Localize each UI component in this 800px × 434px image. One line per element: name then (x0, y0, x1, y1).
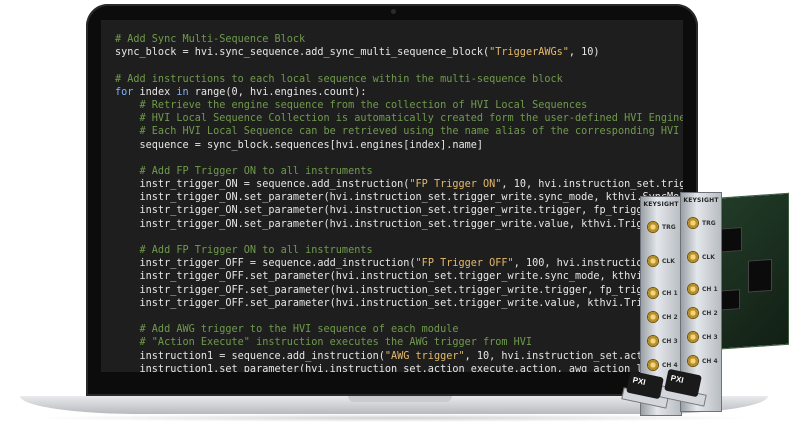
code-token: "AWG trigger" (384, 350, 465, 362)
code-line: # Add instructions to each local sequenc… (115, 73, 683, 86)
trg-connector-icon (687, 217, 699, 229)
clk-connector-icon (687, 251, 699, 263)
code-line: # Add FP Trigger ON to all instruments (115, 244, 683, 257)
code-line: instr_trigger_OFF = sequence.add_instruc… (115, 257, 683, 270)
port-label: CH 4 (702, 358, 718, 365)
code-line: instr_trigger_OFF.set_parameter(hvi.inst… (115, 297, 683, 310)
ch3-connector-icon (647, 335, 659, 347)
code-line: instr_trigger_OFF.set_parameter(hvi.inst… (115, 270, 683, 283)
ch3-connector-icon (687, 331, 699, 343)
code-token: "TriggerAWGs" (489, 47, 569, 59)
code-line: # Add FP Trigger ON to all instruments (115, 165, 683, 178)
code-token: instruction1 = sequence.add_instruction( (115, 350, 385, 362)
code-token: # HVI Local Sequence Collection is autom… (115, 113, 683, 125)
code-token: instr_trigger_OFF.set_parameter(hvi.inst… (115, 284, 683, 296)
code-line: instruction1 = sequence.add_instruction(… (115, 350, 683, 363)
code-token: # Each HVI Local Sequence can be retriev… (115, 126, 683, 138)
code-token: instr_trigger_OFF.set_parameter(hvi.inst… (115, 271, 683, 283)
code-token: instr_trigger_ON.set_parameter(hvi.instr… (115, 192, 683, 204)
port-label: CH 1 (662, 290, 678, 297)
code-token: instr_trigger_ON.set_parameter(hvi.instr… (115, 205, 683, 217)
code-line: # Add Sync Multi-Sequence Block (115, 33, 683, 46)
code-line: instr_trigger_ON.set_parameter(hvi.instr… (115, 218, 683, 231)
ch2-connector-icon (647, 311, 659, 323)
port-label: CLK (662, 258, 675, 265)
code-line: for index in range(0, hvi.engines.count)… (115, 86, 683, 99)
code-token: , 10) (568, 47, 600, 59)
code-editor[interactable]: # Add Sync Multi-Sequence Block sync_bloc… (101, 20, 683, 372)
port-label: TRG (702, 220, 716, 227)
code-token: instr_trigger_ON = sequence.add_instruct… (115, 179, 410, 191)
code-token: # Add AWG trigger to the HVI sequence of… (115, 324, 459, 336)
ch1-connector-icon (647, 287, 659, 299)
code-token: # Add instructions to each local sequenc… (115, 73, 563, 85)
code-token: # Retrieve the engine sequence from the … (115, 99, 588, 111)
trg-connector-icon (647, 221, 659, 233)
port-label: CLK (702, 254, 715, 261)
port-label: CH 4 (662, 362, 678, 369)
port-label: CH 2 (662, 314, 678, 321)
code-token: # Add FP Trigger ON to all instruments (115, 245, 373, 256)
webcam-icon (391, 9, 396, 14)
code-line: instruction1.set_parameter(hvi.instructi… (115, 363, 683, 372)
ch4-connector-icon (647, 359, 659, 371)
code-token: range(0, hvi.engines.count): (188, 86, 367, 98)
code-line: # "Action Execute" instruction executes … (115, 336, 683, 349)
code-line: sync_block = hvi.sync_sequence.add_sync_… (115, 46, 683, 59)
brand-label: KEYSIGHT (683, 197, 719, 204)
code-token: instr_trigger_OFF.set_parameter(hvi.inst… (115, 297, 683, 309)
port-label: CH 3 (662, 338, 678, 345)
code-token: index (133, 86, 177, 98)
code-token: # Add Sync Multi-Sequence Block (115, 34, 306, 45)
pxi-logo: PXI (669, 373, 685, 385)
code-line: # HVI Local Sequence Collection is autom… (115, 112, 683, 125)
code-token: sync_block = hvi.sync_sequence.add_sync_… (115, 47, 490, 59)
code-token: # "Action Execute" instruction executes … (115, 337, 533, 349)
ch1-connector-icon (687, 283, 699, 295)
code-token: instr_trigger_OFF = sequence.add_instruc… (115, 258, 416, 270)
code-line: instr_trigger_ON.set_parameter(hvi.instr… (115, 204, 683, 217)
code-token: "FP Trigger ON" (409, 179, 502, 191)
port-label: CH 2 (702, 310, 718, 317)
code-token: sequence = sync_block.sequences[hvi.engi… (115, 139, 484, 151)
code-token: in (176, 86, 189, 98)
port-label: TRG (662, 224, 676, 231)
clk-connector-icon (647, 255, 659, 267)
ch2-connector-icon (687, 307, 699, 319)
code-line: instr_trigger_ON = sequence.add_instruct… (115, 178, 683, 191)
code-token: # Add FP Trigger ON to all instruments (115, 165, 373, 177)
port-label: CH 1 (702, 286, 718, 293)
code-line: instr_trigger_ON.set_parameter(hvi.instr… (115, 191, 683, 204)
code-token: for (115, 86, 134, 98)
port-label: CH 3 (702, 334, 718, 341)
pxi-logo: PXI (631, 375, 647, 387)
code-line: instr_trigger_OFF.set_parameter(hvi.inst… (115, 284, 683, 297)
code-token: , 10, hvi.instruction_set.trigger_writ (501, 179, 683, 191)
ch4-connector-icon (687, 355, 699, 367)
code-line: # Each HVI Local Sequence can be retriev… (115, 125, 683, 138)
code-listing: # Add Sync Multi-Sequence Block sync_bloc… (115, 33, 683, 372)
code-token: instruction1.set_parameter(hvi.instructi… (115, 363, 683, 372)
brand-label: KEYSIGHT (643, 201, 679, 208)
code-line: # Add AWG trigger to the HVI sequence of… (115, 323, 683, 336)
code-line: # Retrieve the engine sequence from the … (115, 99, 683, 112)
code-token: instr_trigger_ON.set_parameter(hvi.instr… (115, 218, 683, 230)
code-line: sequence = sync_block.sequences[hvi.engi… (115, 139, 683, 152)
laptop-notch (348, 396, 452, 402)
code-token: "FP Trigger OFF" (415, 258, 514, 270)
